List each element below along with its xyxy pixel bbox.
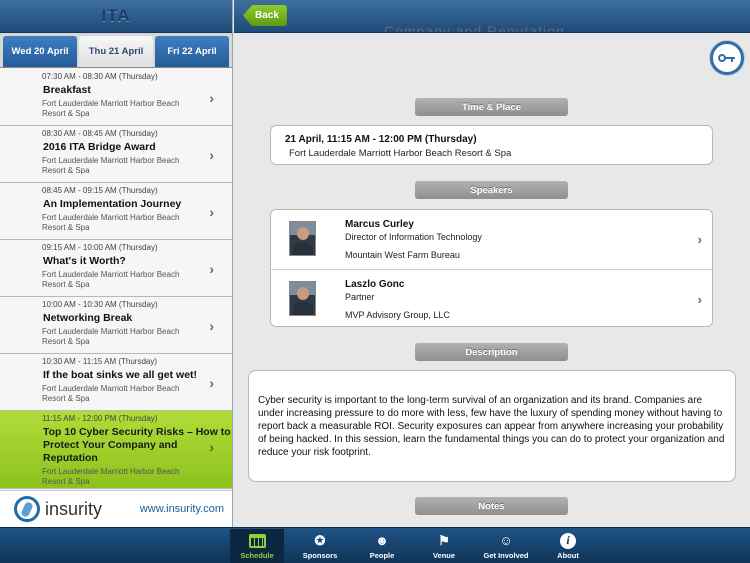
chevron-right-icon: › (209, 90, 214, 106)
chevron-right-icon: › (697, 292, 702, 307)
chevron-right-icon: › (209, 204, 214, 220)
notes-label[interactable]: Notes (415, 497, 568, 515)
session-title: What's it Worth? (43, 255, 126, 267)
session-venue: Fort Lauderdale Marriott Harbor Beach Re… (289, 148, 512, 159)
detail-header: Back Company and Reputation (234, 0, 750, 33)
venue-flag-icon: ⚑ (438, 532, 450, 548)
chevron-right-icon: › (209, 439, 214, 455)
key-icon[interactable] (710, 41, 744, 75)
back-button[interactable]: Back (243, 5, 287, 26)
scrolled-title: Company and Reputation (384, 23, 565, 33)
session-detail: Time & Place 21 April, 11:15 AM - 12:00 … (234, 34, 750, 527)
session-time: 09:15 AM - 10:00 AM (Thursday) (42, 243, 158, 252)
session-location: Fort Lauderdale Marriott Harbor Beach Re… (42, 99, 180, 118)
session-item[interactable]: 10:30 AM - 11:15 AM (Thursday) If the bo… (0, 354, 232, 411)
session-time: 07:30 AM - 08:30 AM (Thursday) (42, 72, 158, 81)
tab-fri-22-april[interactable]: Fri 22 April (155, 36, 229, 67)
session-location: Fort Lauderdale Marriott Harbor Beach Re… (42, 384, 180, 403)
session-time: 08:45 AM - 09:15 AM (Thursday) (42, 186, 158, 195)
session-date-line: 21 April, 11:15 AM - 12:00 PM (Thursday) (285, 134, 477, 145)
session-title: An Implementation Journey (43, 198, 182, 210)
session-title: If the boat sinks we all get wet! (43, 369, 198, 381)
left-header: ITA (0, 0, 232, 33)
speaker-name: Laszlo Gonc (345, 279, 405, 290)
session-title: Networking Break (43, 312, 133, 324)
session-time: 08:30 AM - 08:45 AM (Thursday) (42, 129, 158, 138)
session-location: Fort Lauderdale Marriott Harbor Beach Re… (42, 467, 180, 486)
bottom-tab-bar: Schedule ✪ Sponsors ☻ People ⚑ Venue ☺ G… (0, 527, 750, 563)
award-icon: ✪ (314, 532, 326, 548)
speaker-role: Partner (345, 292, 375, 302)
speaker-name: Marcus Curley (345, 219, 414, 230)
tab-label: Get Involved (483, 551, 529, 560)
session-location: Fort Lauderdale Marriott Harbor Beach Re… (42, 213, 180, 232)
ita-logo: ITA (101, 6, 131, 25)
description-text: Cyber security is important to the long-… (258, 395, 725, 458)
speakers-label: Speakers (415, 181, 568, 199)
schedule-panel: ITA Wed 20 April Thu 21 April Fri 22 Apr… (0, 0, 233, 527)
description-card: Cyber security is important to the long-… (248, 370, 736, 482)
tab-label: About (557, 551, 579, 560)
session-item[interactable]: 07:30 AM - 08:30 AM (Thursday) Breakfast… (0, 69, 232, 126)
tab-label: People (369, 551, 395, 560)
people-icon: ☻ (375, 533, 389, 548)
key-glyph (718, 54, 735, 62)
session-location: Fort Lauderdale Marriott Harbor Beach Re… (42, 156, 180, 175)
chevron-right-icon: › (209, 375, 214, 391)
session-location: Fort Lauderdale Marriott Harbor Beach Re… (42, 327, 180, 346)
tab-label: Venue (432, 551, 456, 560)
session-location: Fort Lauderdale Marriott Harbor Beach Re… (42, 270, 180, 289)
time-place-card: 21 April, 11:15 AM - 12:00 PM (Thursday)… (270, 125, 713, 165)
time-place-label: Time & Place (415, 98, 568, 116)
description-label: Description (415, 343, 568, 361)
speaker-org: Mountain West Farm Bureau (345, 250, 460, 260)
session-item[interactable]: 09:15 AM - 10:00 AM (Thursday) What's it… (0, 240, 232, 297)
tab-schedule[interactable]: Schedule (230, 529, 284, 563)
speaker-row[interactable]: Laszlo Gonc Partner MVP Advisory Group, … (271, 269, 712, 328)
speaker-row[interactable]: Marcus Curley Director of Information Te… (271, 210, 712, 269)
tab-sponsors[interactable]: ✪ Sponsors (293, 529, 347, 563)
avatar (289, 281, 316, 316)
session-item[interactable]: 10:00 AM - 10:30 AM (Thursday) Networkin… (0, 297, 232, 354)
speakers-card: Marcus Curley Director of Information Te… (270, 209, 713, 327)
session-item[interactable]: 08:45 AM - 09:15 AM (Thursday) An Implem… (0, 183, 232, 240)
session-time: 11:15 AM - 12:00 PM (Thursday) (42, 414, 158, 423)
session-item[interactable]: 08:30 AM - 08:45 AM (Thursday) 2016 ITA … (0, 126, 232, 183)
session-title: 2016 ITA Bridge Award (43, 141, 156, 153)
calendar-icon (248, 532, 266, 549)
info-icon: i (559, 532, 577, 549)
session-title: Breakfast (43, 84, 91, 96)
tab-about[interactable]: i About (541, 529, 595, 563)
chevron-right-icon: › (209, 261, 214, 277)
tab-venue[interactable]: ⚑ Venue (417, 529, 471, 563)
insurity-logo-icon (14, 496, 40, 522)
speaker-role: Director of Information Technology (345, 232, 482, 242)
session-time: 10:30 AM - 11:15 AM (Thursday) (42, 357, 158, 366)
sponsor-banner[interactable]: insurity www.insurity.com (0, 490, 232, 527)
chevron-right-icon: › (697, 232, 702, 247)
tab-people[interactable]: ☻ People (355, 529, 409, 563)
session-time: 10:00 AM - 10:30 AM (Thursday) (42, 300, 158, 309)
chevron-right-icon: › (209, 147, 214, 163)
session-title: Top 10 Cyber Security Risks – How to Pro… (43, 426, 231, 464)
tab-label: Schedule (240, 551, 274, 560)
sponsor-url-link[interactable]: www.insurity.com (140, 503, 224, 515)
chevron-right-icon: › (209, 318, 214, 334)
avatar (289, 221, 316, 256)
tab-thu-21-april[interactable]: Thu 21 April (79, 36, 153, 67)
speaker-org: MVP Advisory Group, LLC (345, 310, 450, 320)
tab-label: Sponsors (302, 551, 338, 560)
session-list: 07:30 AM - 08:30 AM (Thursday) Breakfast… (0, 69, 232, 489)
tab-get-involved[interactable]: ☺ Get Involved (479, 529, 533, 563)
handshake-icon: ☺ (499, 533, 513, 548)
session-item-selected[interactable]: 11:15 AM - 12:00 PM (Thursday) Top 10 Cy… (0, 411, 232, 489)
day-tabs: Wed 20 April Thu 21 April Fri 22 April (0, 33, 232, 68)
sponsor-name: insurity (45, 498, 103, 519)
tab-wed-20-april[interactable]: Wed 20 April (3, 36, 77, 67)
